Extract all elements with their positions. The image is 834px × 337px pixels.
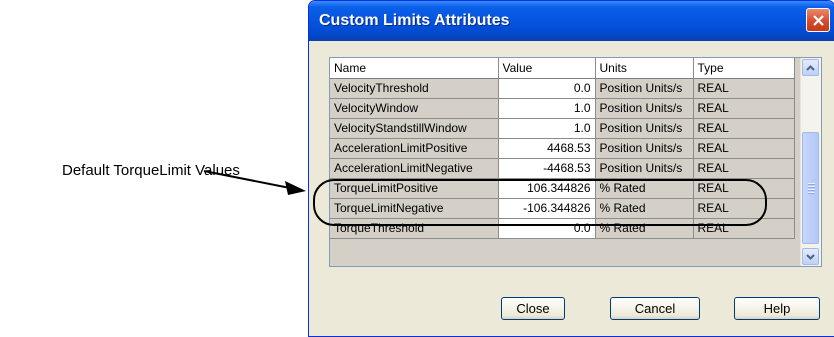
chevron-down-icon (806, 253, 815, 260)
row-name-cell: AccelerationLimitPositive (330, 138, 499, 159)
chevron-up-icon (806, 64, 815, 71)
row-name-cell: VelocityThreshold (330, 78, 499, 99)
table-row[interactable]: TorqueLimitPositive 106.344826 % Rated R… (330, 178, 795, 199)
row-type-cell: REAL (693, 98, 795, 119)
row-units-cell: Position Units/s (595, 118, 694, 139)
row-name-cell: VelocityWindow (330, 98, 499, 119)
table-row[interactable]: VelocityStandstillWindow 1.0 Position Un… (330, 118, 795, 139)
table-row[interactable]: VelocityThreshold 0.0 Position Units/s R… (330, 78, 795, 99)
column-header-value[interactable]: Value (498, 58, 596, 79)
table-header-row: Name Value Units Type (330, 58, 795, 79)
scrollbar-thumb[interactable] (802, 132, 819, 244)
custom-limits-dialog: Custom Limits Attributes Name Value Unit… (308, 0, 834, 337)
cancel-button[interactable]: Cancel (610, 297, 700, 320)
row-value-cell[interactable]: 1.0 (498, 118, 596, 139)
row-value-cell[interactable]: 0.0 (498, 78, 596, 99)
row-name-cell: VelocityStandstillWindow (330, 118, 499, 139)
dialog-title: Custom Limits Attributes (319, 12, 510, 29)
close-window-button[interactable] (806, 8, 830, 32)
row-type-cell: REAL (693, 118, 795, 139)
column-header-name[interactable]: Name (330, 58, 499, 79)
column-header-type[interactable]: Type (693, 58, 795, 79)
row-units-cell: Position Units/s (595, 78, 694, 99)
callout-label: Default TorqueLimit Values (62, 162, 240, 179)
row-name-cell: TorqueThreshold (330, 218, 499, 239)
row-units-cell: % Rated (595, 178, 694, 199)
table-row[interactable]: TorqueThreshold 0.0 % Rated REAL (330, 218, 795, 239)
vertical-scrollbar[interactable] (800, 58, 821, 266)
row-value-cell[interactable]: -4468.53 (498, 158, 596, 179)
help-button[interactable]: Help (734, 297, 820, 320)
table-row[interactable]: AccelerationLimitNegative -4468.53 Posit… (330, 158, 795, 179)
row-type-cell: REAL (693, 198, 795, 219)
row-type-cell: REAL (693, 138, 795, 159)
row-units-cell: Position Units/s (595, 138, 694, 159)
scroll-up-button[interactable] (802, 59, 819, 76)
table-row[interactable]: AccelerationLimitPositive 4468.53 Positi… (330, 138, 795, 159)
table-row[interactable]: VelocityWindow 1.0 Position Units/s REAL (330, 98, 795, 119)
row-units-cell: % Rated (595, 198, 694, 219)
row-name-cell: TorqueLimitNegative (330, 198, 499, 219)
row-type-cell: REAL (693, 158, 795, 179)
thumb-grip (808, 183, 815, 195)
row-value-cell[interactable]: 0.0 (498, 218, 596, 239)
row-units-cell: Position Units/s (595, 158, 694, 179)
row-value-cell[interactable]: 1.0 (498, 98, 596, 119)
row-name-cell: AccelerationLimitNegative (330, 158, 499, 179)
row-units-cell: Position Units/s (595, 98, 694, 119)
attributes-grid[interactable]: Name Value Units Type VelocityThreshold … (329, 57, 822, 267)
row-units-cell: % Rated (595, 218, 694, 239)
row-value-cell[interactable]: 4468.53 (498, 138, 596, 159)
title-bar: Custom Limits Attributes (309, 1, 834, 41)
row-name-cell: TorqueLimitPositive (330, 178, 499, 199)
row-value-cell[interactable]: -106.344826 (498, 198, 596, 219)
row-type-cell: REAL (693, 178, 795, 199)
row-type-cell: REAL (693, 78, 795, 99)
row-type-cell: REAL (693, 218, 795, 239)
scroll-down-button[interactable] (802, 248, 819, 265)
close-button[interactable]: Close (501, 297, 565, 320)
column-header-units[interactable]: Units (595, 58, 694, 79)
attributes-table: Name Value Units Type VelocityThreshold … (330, 58, 795, 239)
close-icon (812, 14, 824, 26)
row-value-cell[interactable]: 106.344826 (498, 178, 596, 199)
table-row[interactable]: TorqueLimitNegative -106.344826 % Rated … (330, 198, 795, 219)
